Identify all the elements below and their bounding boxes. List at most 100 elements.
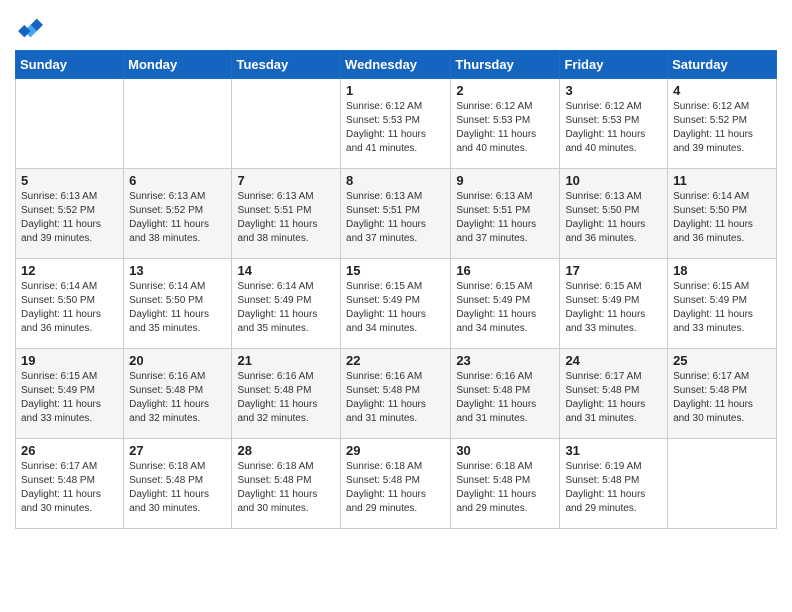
day-info: Sunrise: 6:15 AM Sunset: 5:49 PM Dayligh…: [565, 280, 662, 336]
day-number: 5: [21, 173, 118, 188]
logo-icon: [15, 14, 43, 42]
col-header-wednesday: Wednesday: [341, 51, 451, 79]
day-number: 23: [456, 353, 554, 368]
logo: [15, 14, 45, 42]
day-cell: 8 Sunrise: 6:13 AM Sunset: 5:51 PM Daylig…: [341, 169, 451, 259]
day-cell: 26Sunrise: 6:17 AM Sunset: 5:48 PM Dayli…: [16, 439, 124, 529]
col-header-monday: Monday: [124, 51, 232, 79]
week-row-2: 5 Sunrise: 6:13 AM Sunset: 5:52 PM Daylig…: [16, 169, 777, 259]
day-cell: [16, 79, 124, 169]
day-cell: [668, 439, 777, 529]
day-cell: 28 Sunrise: 6:18 AM Sunset: 5:48 PM Dayli…: [232, 439, 341, 529]
day-number: 25: [673, 353, 771, 368]
day-cell: 10Sunrise: 6:13 AM Sunset: 5:50 PM Dayli…: [560, 169, 668, 259]
day-number: 24: [565, 353, 662, 368]
day-number: 1: [346, 83, 445, 98]
day-info: Sunrise: 6:14 AM Sunset: 5:49 PM Dayligh…: [237, 280, 335, 336]
day-cell: 9 Sunrise: 6:13 AM Sunset: 5:51 PM Daylig…: [451, 169, 560, 259]
day-cell: 24 Sunrise: 6:17 AM Sunset: 5:48 PM Dayli…: [560, 349, 668, 439]
day-cell: 23 Sunrise: 6:16 AM Sunset: 5:48 PM Dayli…: [451, 349, 560, 439]
day-info: Sunrise: 6:19 AM Sunset: 5:48 PM Dayligh…: [565, 460, 662, 516]
day-info: Sunrise: 6:12 AM Sunset: 5:53 PM Dayligh…: [346, 100, 445, 156]
day-number: 3: [565, 83, 662, 98]
day-number: 15: [346, 263, 445, 278]
day-cell: 14 Sunrise: 6:14 AM Sunset: 5:49 PM Dayli…: [232, 259, 341, 349]
day-cell: 7Sunrise: 6:13 AM Sunset: 5:51 PM Daylig…: [232, 169, 341, 259]
day-cell: 5 Sunrise: 6:13 AM Sunset: 5:52 PM Daylig…: [16, 169, 124, 259]
day-info: Sunrise: 6:12 AM Sunset: 5:53 PM Dayligh…: [456, 100, 554, 156]
day-cell: 20Sunrise: 6:16 AM Sunset: 5:48 PM Dayli…: [124, 349, 232, 439]
day-info: Sunrise: 6:17 AM Sunset: 5:48 PM Dayligh…: [565, 370, 662, 426]
day-number: 16: [456, 263, 554, 278]
day-cell: 6 Sunrise: 6:13 AM Sunset: 5:52 PM Daylig…: [124, 169, 232, 259]
week-row-5: 26Sunrise: 6:17 AM Sunset: 5:48 PM Dayli…: [16, 439, 777, 529]
day-info: Sunrise: 6:16 AM Sunset: 5:48 PM Dayligh…: [456, 370, 554, 426]
day-info: Sunrise: 6:13 AM Sunset: 5:52 PM Dayligh…: [129, 190, 226, 246]
day-info: Sunrise: 6:16 AM Sunset: 5:48 PM Dayligh…: [346, 370, 445, 426]
day-cell: [124, 79, 232, 169]
day-cell: 18 Sunrise: 6:15 AM Sunset: 5:49 PM Dayli…: [668, 259, 777, 349]
day-number: 21: [237, 353, 335, 368]
day-info: Sunrise: 6:15 AM Sunset: 5:49 PM Dayligh…: [673, 280, 771, 336]
day-number: 9: [456, 173, 554, 188]
day-number: 30: [456, 443, 554, 458]
day-number: 14: [237, 263, 335, 278]
day-number: 12: [21, 263, 118, 278]
header: [15, 10, 777, 42]
day-info: Sunrise: 6:16 AM Sunset: 5:48 PM Dayligh…: [129, 370, 226, 426]
col-header-thursday: Thursday: [451, 51, 560, 79]
day-info: Sunrise: 6:15 AM Sunset: 5:49 PM Dayligh…: [21, 370, 118, 426]
day-number: 6: [129, 173, 226, 188]
day-number: 31: [565, 443, 662, 458]
day-cell: 4Sunrise: 6:12 AM Sunset: 5:52 PM Daylig…: [668, 79, 777, 169]
day-info: Sunrise: 6:13 AM Sunset: 5:51 PM Dayligh…: [346, 190, 445, 246]
day-cell: [232, 79, 341, 169]
page: SundayMondayTuesdayWednesdayThursdayFrid…: [0, 0, 792, 544]
day-number: 22: [346, 353, 445, 368]
day-cell: 29Sunrise: 6:18 AM Sunset: 5:48 PM Dayli…: [341, 439, 451, 529]
day-cell: 21 Sunrise: 6:16 AM Sunset: 5:48 PM Dayli…: [232, 349, 341, 439]
day-info: Sunrise: 6:13 AM Sunset: 5:51 PM Dayligh…: [237, 190, 335, 246]
day-info: Sunrise: 6:18 AM Sunset: 5:48 PM Dayligh…: [456, 460, 554, 516]
week-row-1: 1 Sunrise: 6:12 AM Sunset: 5:53 PM Daylig…: [16, 79, 777, 169]
day-info: Sunrise: 6:14 AM Sunset: 5:50 PM Dayligh…: [129, 280, 226, 336]
day-info: Sunrise: 6:13 AM Sunset: 5:51 PM Dayligh…: [456, 190, 554, 246]
day-cell: 3 Sunrise: 6:12 AM Sunset: 5:53 PM Daylig…: [560, 79, 668, 169]
day-info: Sunrise: 6:18 AM Sunset: 5:48 PM Dayligh…: [129, 460, 226, 516]
col-header-saturday: Saturday: [668, 51, 777, 79]
day-info: Sunrise: 6:15 AM Sunset: 5:49 PM Dayligh…: [346, 280, 445, 336]
day-number: 18: [673, 263, 771, 278]
day-number: 4: [673, 83, 771, 98]
calendar-header-row: SundayMondayTuesdayWednesdayThursdayFrid…: [16, 51, 777, 79]
day-cell: 27 Sunrise: 6:18 AM Sunset: 5:48 PM Dayli…: [124, 439, 232, 529]
day-info: Sunrise: 6:13 AM Sunset: 5:52 PM Dayligh…: [21, 190, 118, 246]
calendar-table: SundayMondayTuesdayWednesdayThursdayFrid…: [15, 50, 777, 529]
week-row-3: 12 Sunrise: 6:14 AM Sunset: 5:50 PM Dayli…: [16, 259, 777, 349]
day-number: 8: [346, 173, 445, 188]
week-row-4: 19Sunrise: 6:15 AM Sunset: 5:49 PM Dayli…: [16, 349, 777, 439]
day-number: 27: [129, 443, 226, 458]
day-number: 26: [21, 443, 118, 458]
day-cell: 25Sunrise: 6:17 AM Sunset: 5:48 PM Dayli…: [668, 349, 777, 439]
day-number: 11: [673, 173, 771, 188]
day-info: Sunrise: 6:12 AM Sunset: 5:53 PM Dayligh…: [565, 100, 662, 156]
day-number: 29: [346, 443, 445, 458]
day-cell: 12 Sunrise: 6:14 AM Sunset: 5:50 PM Dayli…: [16, 259, 124, 349]
day-cell: 30 Sunrise: 6:18 AM Sunset: 5:48 PM Dayli…: [451, 439, 560, 529]
day-number: 10: [565, 173, 662, 188]
day-cell: 17 Sunrise: 6:15 AM Sunset: 5:49 PM Dayli…: [560, 259, 668, 349]
day-cell: 1 Sunrise: 6:12 AM Sunset: 5:53 PM Daylig…: [341, 79, 451, 169]
day-cell: 22 Sunrise: 6:16 AM Sunset: 5:48 PM Dayli…: [341, 349, 451, 439]
day-number: 17: [565, 263, 662, 278]
day-info: Sunrise: 6:18 AM Sunset: 5:48 PM Dayligh…: [237, 460, 335, 516]
col-header-tuesday: Tuesday: [232, 51, 341, 79]
day-cell: 11 Sunrise: 6:14 AM Sunset: 5:50 PM Dayli…: [668, 169, 777, 259]
day-info: Sunrise: 6:15 AM Sunset: 5:49 PM Dayligh…: [456, 280, 554, 336]
day-number: 28: [237, 443, 335, 458]
day-cell: 13Sunrise: 6:14 AM Sunset: 5:50 PM Dayli…: [124, 259, 232, 349]
day-cell: 16 Sunrise: 6:15 AM Sunset: 5:49 PM Dayli…: [451, 259, 560, 349]
day-info: Sunrise: 6:16 AM Sunset: 5:48 PM Dayligh…: [237, 370, 335, 426]
day-info: Sunrise: 6:14 AM Sunset: 5:50 PM Dayligh…: [21, 280, 118, 336]
day-info: Sunrise: 6:14 AM Sunset: 5:50 PM Dayligh…: [673, 190, 771, 246]
col-header-friday: Friday: [560, 51, 668, 79]
